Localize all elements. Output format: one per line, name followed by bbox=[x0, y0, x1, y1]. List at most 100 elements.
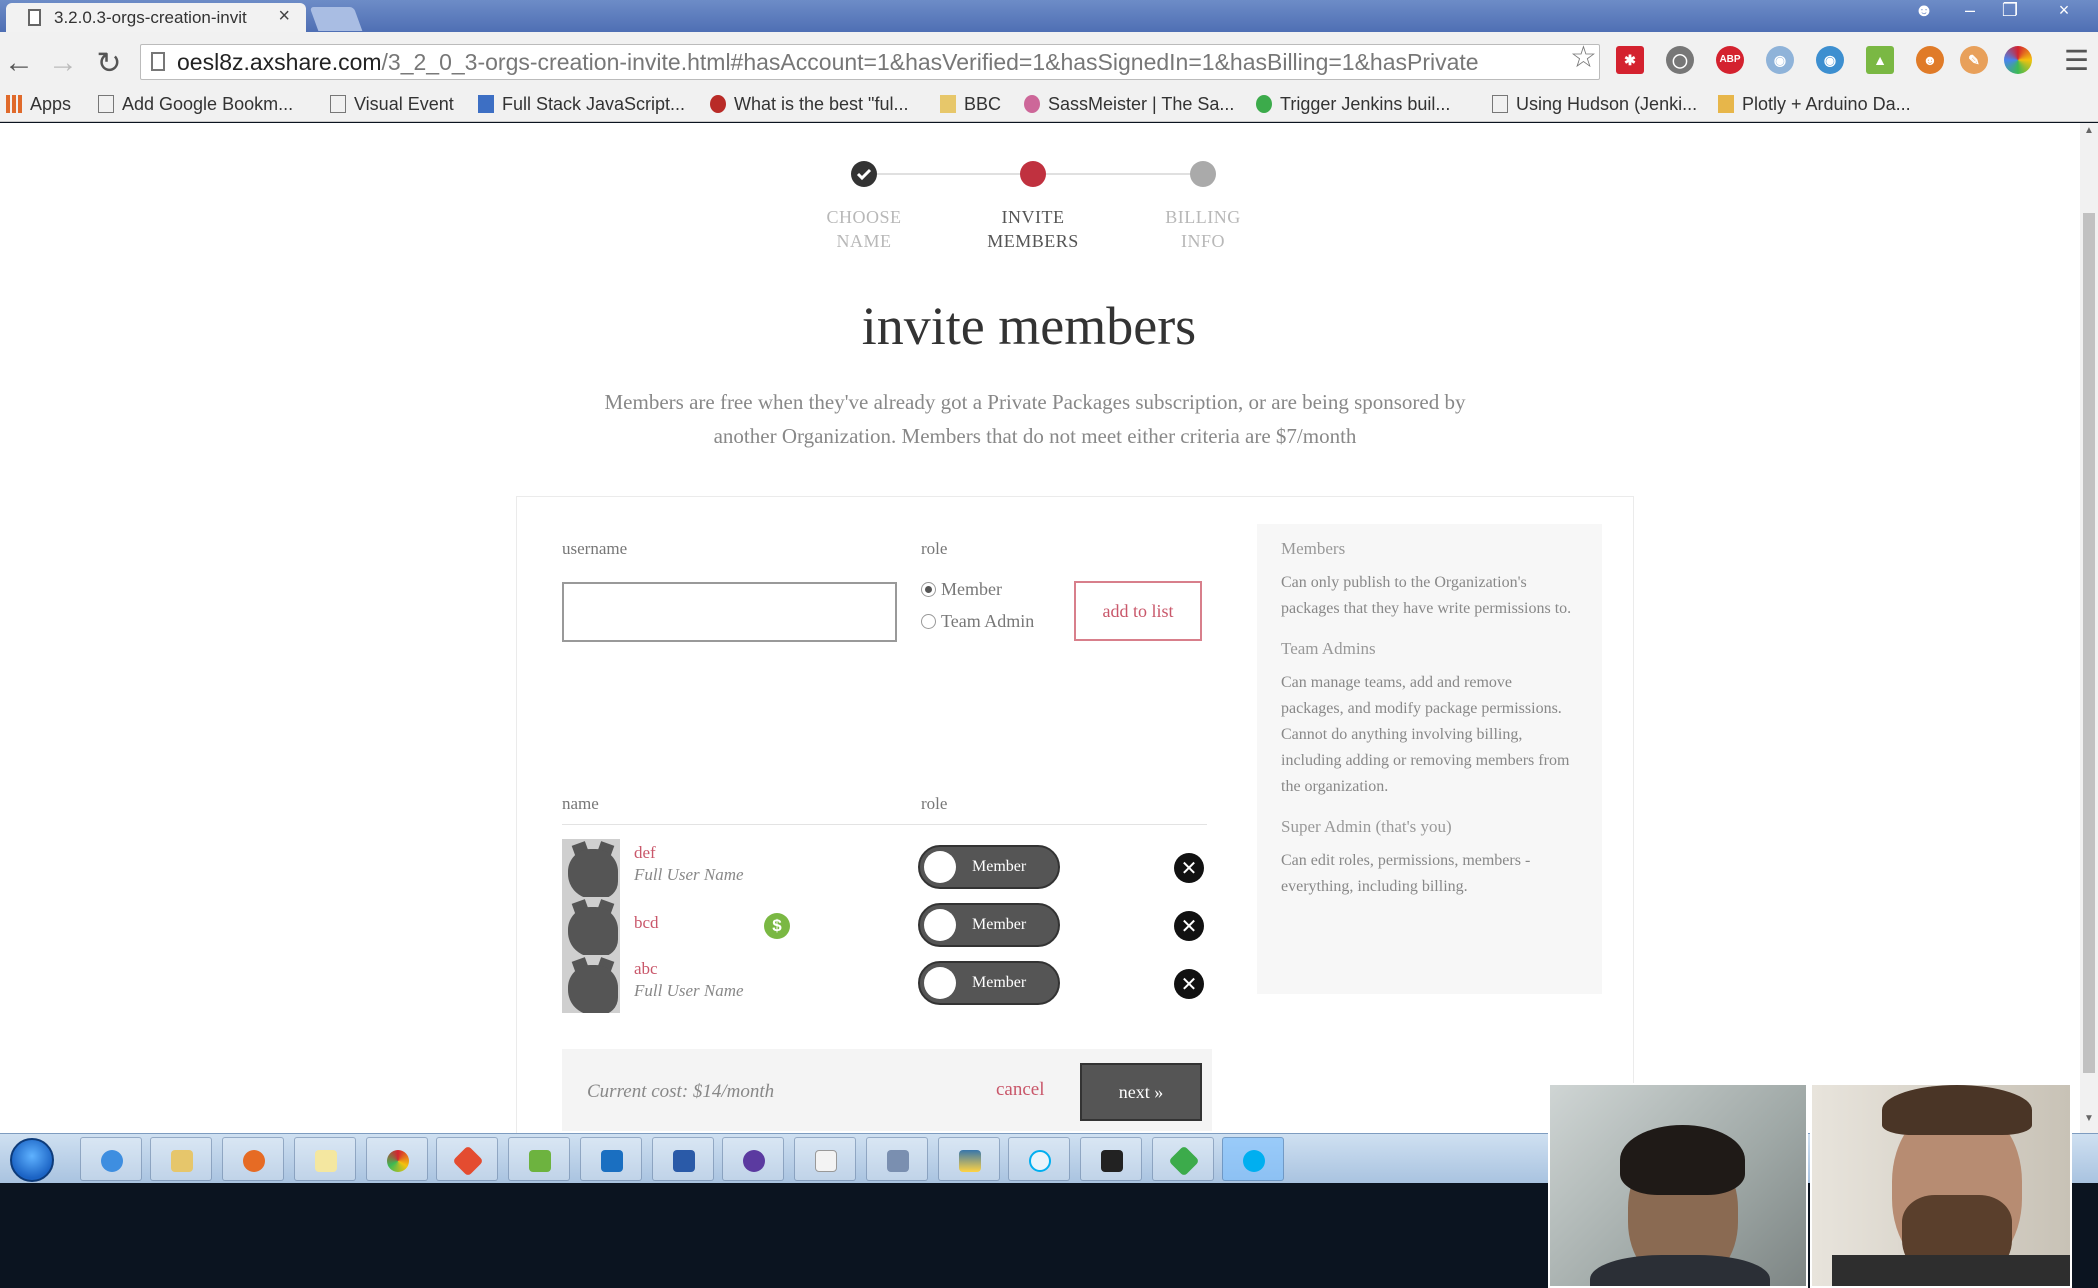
role-toggle-label: Member bbox=[972, 974, 1027, 991]
video-call-participant-2 bbox=[1810, 1083, 2072, 1288]
url-host: oesl8z.axshare.com bbox=[177, 49, 382, 75]
role-member-radio[interactable]: Member bbox=[921, 579, 1002, 600]
vertical-scrollbar[interactable]: ▲ ▼ bbox=[2080, 123, 2098, 1133]
firefox-icon[interactable] bbox=[222, 1137, 284, 1181]
outlook-icon[interactable] bbox=[580, 1137, 642, 1181]
bookmark-favicon-icon bbox=[478, 95, 494, 113]
forward-arrow-icon[interactable]: → bbox=[46, 46, 80, 80]
bookmark-plotly[interactable]: Plotly + Arduino Da... bbox=[1718, 94, 1911, 115]
page-icon bbox=[151, 52, 165, 71]
people-icon[interactable]: ☻ bbox=[1916, 46, 1944, 74]
step-active-dot-icon bbox=[1020, 161, 1046, 187]
member-username[interactable]: def bbox=[634, 843, 656, 863]
back-arrow-icon[interactable]: ← bbox=[2, 46, 36, 80]
bookmark-sassmeister[interactable]: SassMeister | The Sa... bbox=[1024, 94, 1234, 115]
bookmark-apps[interactable]: Apps bbox=[6, 94, 71, 115]
bookmark-star-icon[interactable]: ☆ bbox=[1570, 40, 1597, 75]
role-toggle[interactable]: Member bbox=[918, 903, 1060, 947]
profile-icon[interactable]: ☻ bbox=[1906, 0, 1942, 22]
sass-icon bbox=[1024, 95, 1040, 113]
role-toggle[interactable]: Member bbox=[918, 961, 1060, 1005]
terminal-icon[interactable] bbox=[1080, 1137, 1142, 1181]
step-text: BILLING INFO bbox=[1165, 207, 1241, 251]
plotly-icon bbox=[1718, 95, 1734, 113]
member-username[interactable]: abc bbox=[634, 959, 658, 979]
skype-active-icon[interactable] bbox=[1222, 1137, 1284, 1181]
bookmark-bbc[interactable]: BBC bbox=[940, 94, 1001, 115]
bookmark-label: Add Google Bookm... bbox=[122, 94, 294, 114]
obs-icon[interactable] bbox=[722, 1137, 784, 1181]
role-toggle[interactable]: Member bbox=[918, 845, 1060, 889]
brackets-icon[interactable] bbox=[652, 1137, 714, 1181]
tab-close-icon[interactable]: × bbox=[278, 5, 290, 28]
bookmark-hudson[interactable]: Using Hudson (Jenki... bbox=[1492, 94, 1697, 115]
windows-logo-icon bbox=[10, 1138, 54, 1182]
restore-button[interactable]: ❐ bbox=[1992, 0, 2028, 22]
radio-label: Member bbox=[941, 579, 1002, 599]
step-label-invite-members: INVITE MEMBERS bbox=[963, 205, 1103, 253]
reload-icon[interactable]: ↻ bbox=[92, 46, 126, 81]
page-icon bbox=[98, 95, 114, 113]
radio-unchecked-icon[interactable] bbox=[921, 614, 936, 629]
cost-footer: Current cost: $14/month cancel next » bbox=[562, 1049, 1212, 1131]
snipping-icon[interactable] bbox=[508, 1137, 570, 1181]
page-icon bbox=[330, 95, 346, 113]
chrome-icon[interactable] bbox=[366, 1137, 428, 1181]
avatar bbox=[562, 897, 620, 955]
table-row: bcd $ Member ✕ bbox=[562, 897, 1212, 957]
role-label: role bbox=[921, 539, 948, 558]
start-button[interactable] bbox=[4, 1136, 62, 1182]
member-username[interactable]: bcd bbox=[634, 913, 659, 933]
add-to-list-button[interactable]: add to list bbox=[1074, 581, 1202, 641]
lastpass-icon[interactable]: ✱ bbox=[1616, 46, 1644, 74]
chrome-color-icon[interactable] bbox=[2004, 46, 2032, 74]
adblock-icon[interactable]: ABP bbox=[1716, 46, 1744, 74]
scroll-up-arrow-icon[interactable]: ▲ bbox=[2084, 125, 2094, 136]
minimize-button[interactable]: – bbox=[1952, 0, 1988, 22]
scrollbar-thumb[interactable] bbox=[2083, 213, 2095, 1073]
step-label-billing-info: BILLING INFO bbox=[1133, 205, 1273, 253]
brush-icon[interactable]: ✎ bbox=[1960, 46, 1988, 74]
url-path: /3_2_0_3-orgs-creation-invite.html#hasAc… bbox=[381, 49, 1479, 75]
bookmark-full-stack[interactable]: Full Stack JavaScript... bbox=[478, 94, 685, 115]
remove-member-close-icon[interactable]: ✕ bbox=[1174, 853, 1204, 883]
clock-icon[interactable]: ◯ bbox=[1666, 46, 1694, 74]
radio-checked-icon[interactable] bbox=[921, 582, 936, 597]
git-icon[interactable] bbox=[436, 1137, 498, 1181]
python-icon[interactable] bbox=[938, 1137, 1000, 1181]
ie-icon[interactable] bbox=[80, 1137, 142, 1181]
remove-member-close-icon[interactable]: ✕ bbox=[1174, 911, 1204, 941]
notepad-icon[interactable] bbox=[294, 1137, 356, 1181]
skype-icon[interactable] bbox=[1008, 1137, 1070, 1181]
bookmark-add-google[interactable]: Add Google Bookm... bbox=[98, 94, 293, 115]
scroll-down-arrow-icon[interactable]: ▼ bbox=[2084, 1113, 2094, 1124]
remove-member-close-icon[interactable]: ✕ bbox=[1174, 969, 1204, 999]
bookmark-quora[interactable]: What is the best "ful... bbox=[710, 94, 908, 115]
help-title-super-admin: Super Admin (that's you) bbox=[1281, 817, 1452, 836]
username-input[interactable] bbox=[562, 582, 897, 642]
address-bar[interactable]: oesl8z.axshare.com/3_2_0_3-orgs-creation… bbox=[140, 44, 1600, 80]
cube-icon[interactable] bbox=[866, 1137, 928, 1181]
member-full-name: Full User Name bbox=[634, 865, 744, 884]
camera-icon[interactable]: ◉ bbox=[1766, 46, 1794, 74]
browser-toolbar: ← → ↻ oesl8z.axshare.com/3_2_0_3-orgs-cr… bbox=[0, 32, 2098, 122]
help-title-members: Members bbox=[1281, 539, 1346, 558]
close-window-button[interactable]: × bbox=[2046, 0, 2082, 22]
bookmark-visual-event[interactable]: Visual Event bbox=[330, 94, 454, 115]
toggle-knob bbox=[924, 909, 956, 941]
sourcetree-icon[interactable] bbox=[1152, 1137, 1214, 1181]
bookmark-jenkins[interactable]: Trigger Jenkins buil... bbox=[1256, 94, 1450, 115]
cancel-link[interactable]: cancel bbox=[996, 1079, 1045, 1101]
menu-icon[interactable]: ☰ bbox=[2064, 44, 2089, 77]
next-button[interactable]: next » bbox=[1080, 1063, 1202, 1121]
android-icon[interactable]: ▲ bbox=[1866, 46, 1894, 74]
role-team-admin-radio[interactable]: Team Admin bbox=[921, 611, 1034, 632]
bookmark-label: Visual Event bbox=[354, 94, 454, 114]
sheets-icon[interactable] bbox=[794, 1137, 856, 1181]
new-tab-button[interactable] bbox=[309, 7, 363, 31]
table-divider bbox=[562, 824, 1207, 825]
globe-icon[interactable]: ◉ bbox=[1816, 46, 1844, 74]
browser-tab[interactable]: 3.2.0.3-orgs-creation-invit × bbox=[6, 3, 306, 32]
step-connector bbox=[1046, 173, 1194, 175]
explorer-icon[interactable] bbox=[150, 1137, 212, 1181]
